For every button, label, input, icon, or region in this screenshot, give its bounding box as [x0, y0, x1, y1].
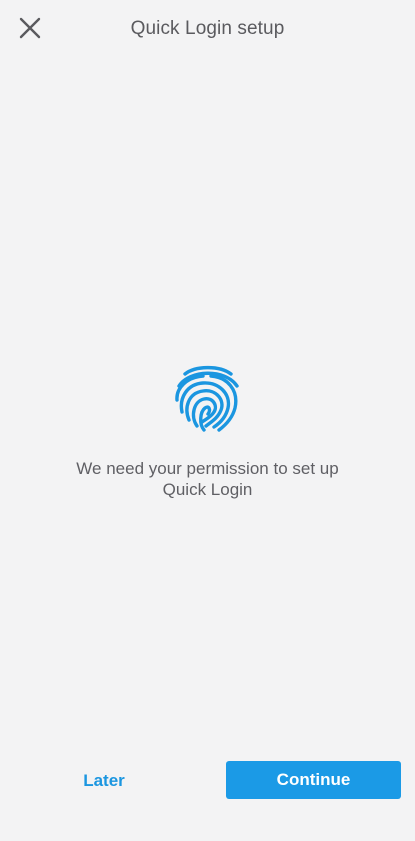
top-bar: Quick Login setup: [0, 0, 415, 60]
permission-panel: We need your permission to set up Quick …: [0, 364, 415, 500]
page-title: Quick Login setup: [130, 18, 285, 39]
continue-button[interactable]: Continue: [226, 761, 401, 799]
later-button[interactable]: Later: [24, 762, 184, 800]
fingerprint-icon: [174, 365, 239, 432]
permission-message: We need your permission to set up Quick …: [76, 459, 339, 499]
